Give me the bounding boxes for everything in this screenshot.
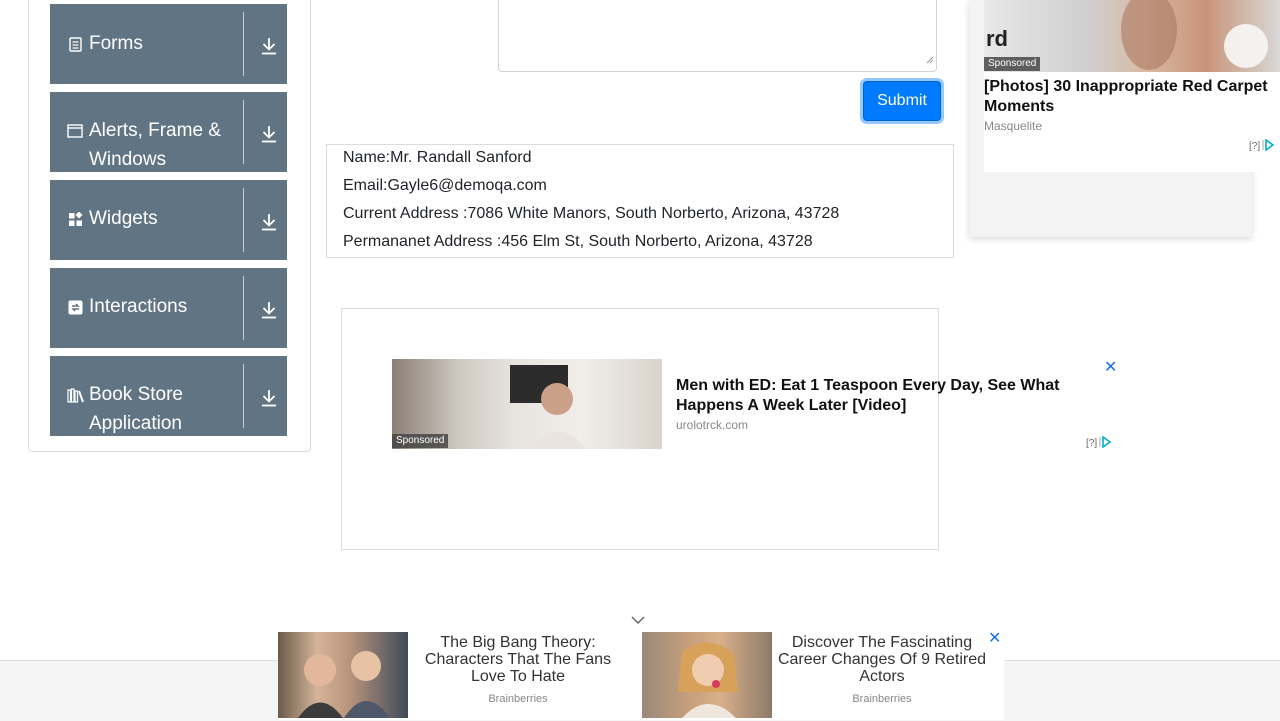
resize-grip-icon[interactable] [926, 51, 934, 69]
widgets-icon [67, 211, 83, 227]
sidebar-group-alerts-frame-windows[interactable]: Alerts, Frame & Windows [50, 92, 287, 172]
middle-ad-image[interactable]: Sponsored [392, 359, 662, 449]
chevron-down-icon[interactable] [630, 613, 646, 631]
bottom-ad-source-1[interactable]: Brainberries [413, 693, 623, 705]
download-icon[interactable] [259, 36, 279, 56]
divider [243, 364, 244, 428]
middle-ad-sponsored-tag: Sponsored [392, 434, 449, 448]
sidebar-group-forms[interactable]: Forms [50, 4, 287, 84]
permanent-address-textarea[interactable] [498, 0, 937, 72]
divider [243, 100, 244, 164]
output-name: Name:Mr. Randall Sanford [343, 149, 532, 166]
output-panel: Name:Mr. Randall Sanford Email:Gayle6@de… [326, 144, 954, 258]
middle-ad-title[interactable]: Men with ED: Eat 1 Teaspoon Every Day, S… [676, 376, 1076, 416]
books-icon [67, 387, 85, 403]
middle-ad-source[interactable]: urolotrck.com [676, 418, 748, 432]
right-ad-sponsored-tag: Sponsored [984, 57, 1041, 71]
right-ad-title[interactable]: [Photos] 30 Inappropriate Red Carpet Mom… [984, 77, 1274, 117]
download-icon[interactable] [259, 300, 279, 320]
adchoices-icon [1262, 138, 1275, 154]
right-ad-source[interactable]: Masquelite [984, 119, 1042, 133]
divider [243, 188, 244, 252]
middle-ad-choices-label: [?] [1086, 438, 1098, 449]
sidebar-group-book-store[interactable]: Book Store Application [50, 356, 287, 436]
divider [243, 276, 244, 340]
window-icon [67, 123, 83, 139]
middle-ad-choices[interactable]: [?] [1086, 435, 1112, 451]
interactions-icon [67, 299, 83, 315]
download-icon[interactable] [259, 212, 279, 232]
download-icon[interactable] [259, 124, 279, 144]
close-icon[interactable]: ✕ [988, 631, 1001, 647]
right-ad-image[interactable]: rd Sponsored [984, 0, 1280, 72]
close-icon[interactable]: ✕ [1104, 360, 1117, 376]
sidebar-group-label: Widgets [89, 208, 158, 229]
submit-button[interactable]: Submit [863, 81, 941, 121]
divider [243, 12, 244, 76]
sidebar: Forms Alerts, Frame & Windows Widgets In… [28, 0, 311, 452]
bottom-ad-image-2[interactable] [642, 632, 772, 718]
sidebar-group-interactions[interactable]: Interactions [50, 268, 287, 348]
output-email: Email:Gayle6@demoqa.com [343, 177, 547, 194]
sidebar-group-widgets[interactable]: Widgets [50, 180, 287, 260]
bottom-ad-title-1[interactable]: The Big Bang Theory: Characters That The… [413, 634, 623, 685]
forms-icon [67, 36, 83, 52]
sidebar-group-label: Alerts, Frame & Windows [89, 120, 221, 170]
right-ad-choices[interactable]: [?] [1249, 138, 1275, 154]
output-current-address: Current Address :7086 White Manors, Sout… [343, 205, 840, 222]
adchoices-icon [1099, 435, 1112, 451]
output-permanent-address: Permananet Address :456 Elm St, South No… [343, 233, 813, 250]
download-icon[interactable] [259, 388, 279, 408]
sidebar-group-label: Interactions [89, 296, 188, 317]
bottom-ad-title-2[interactable]: Discover The Fascinating Career Changes … [777, 634, 987, 685]
right-ad-choices-label: [?] [1249, 141, 1261, 152]
sidebar-group-label: Forms [89, 33, 143, 54]
bottom-ad-image-1[interactable] [278, 632, 408, 718]
bottom-ad-source-2[interactable]: Brainberries [777, 693, 987, 705]
sidebar-group-label: Book Store Application [89, 384, 183, 434]
